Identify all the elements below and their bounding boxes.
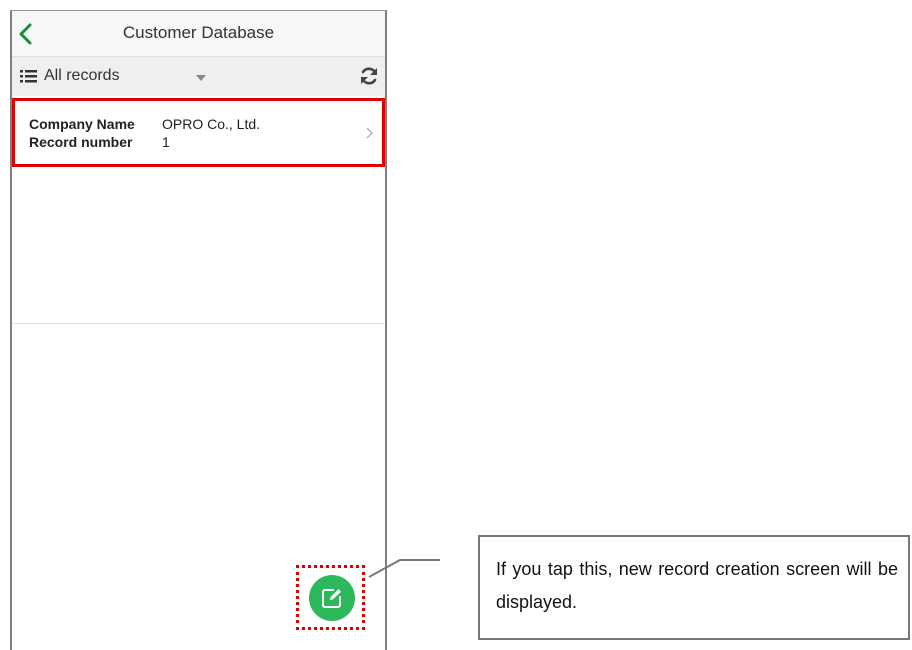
caret-down-icon[interactable] <box>196 75 206 81</box>
view-selector[interactable]: All records <box>44 67 120 85</box>
chevron-right-icon <box>366 127 373 139</box>
app-header: Customer Database <box>12 11 385 57</box>
new-record-button[interactable] <box>309 575 355 621</box>
company-name-value: OPRO Co., Ltd. <box>162 116 261 132</box>
phone-screen: Customer Database All records Company Na… <box>10 10 387 650</box>
view-filter-bar: All records <box>12 57 385 96</box>
list-icon <box>20 70 37 83</box>
list-divider <box>12 323 385 324</box>
edit-icon <box>322 589 341 608</box>
record-number-value: 1 <box>162 134 170 150</box>
record-number-label: Record number <box>29 134 133 150</box>
callout-box: If you tap this, new record creation scr… <box>478 535 910 640</box>
refresh-icon[interactable] <box>359 66 379 86</box>
page-title: Customer Database <box>122 23 275 42</box>
company-name-label: Company Name <box>29 116 135 132</box>
record-list-item[interactable]: Company Name OPRO Co., Ltd. Record numbe… <box>12 98 385 167</box>
